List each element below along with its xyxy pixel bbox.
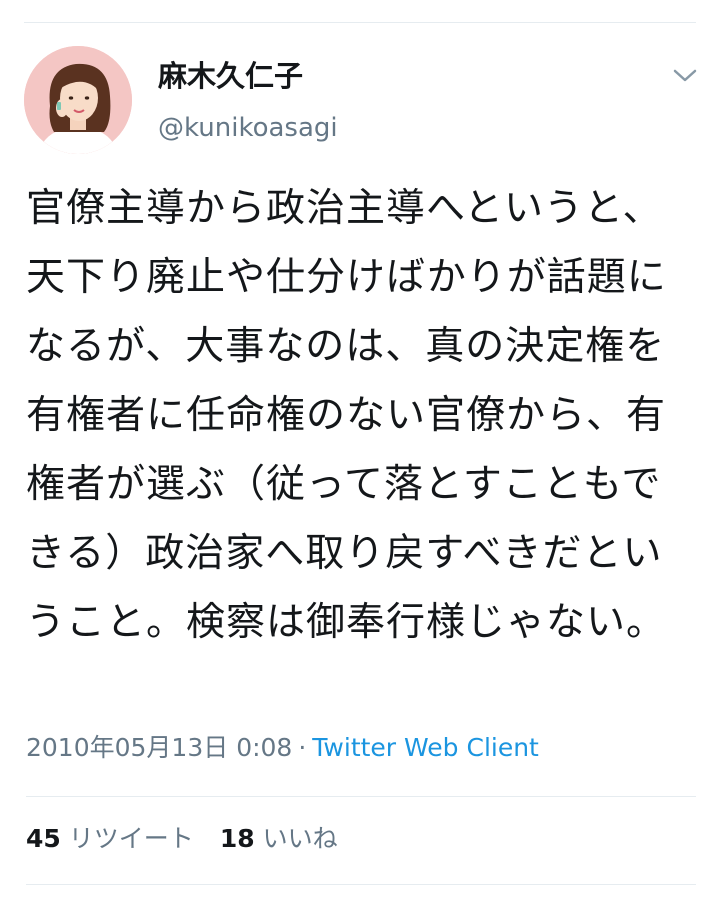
retweets-stat[interactable]: 45 リツイート [26,824,194,853]
tweet: 麻木久仁子 @kunikoasagi 官僚主導から政治主導へというと、天下り廃止… [0,0,720,915]
likes-label: いいね [262,824,338,853]
author-name[interactable]: 麻木久仁子 [158,58,303,94]
client-link[interactable]: Twitter Web Client [312,733,539,762]
retweets-label: リツイート [68,824,194,853]
tweet-text: 官僚主導から政治主導へというと、天下り廃止や仕分けばかりが話題になるが、大事なの… [26,186,667,645]
author-handle[interactable]: @kunikoasagi [158,112,338,144]
meta-separator: · [298,733,307,762]
timestamp[interactable]: 2010年05月13日 0:08 [26,733,292,762]
chevron-down-icon[interactable] [672,66,698,86]
likes-stat[interactable]: 18 いいね [220,824,338,853]
tweet-stats: 45 リツイート 18 いいね [26,822,364,856]
retweets-count: 45 [26,824,61,853]
divider [26,796,696,797]
likes-count: 18 [219,824,255,853]
avatar[interactable] [24,46,132,154]
tweet-meta: 2010年05月13日 0:08 · Twitter Web Client [26,731,539,765]
avatar-image [24,46,132,154]
divider [26,884,696,885]
